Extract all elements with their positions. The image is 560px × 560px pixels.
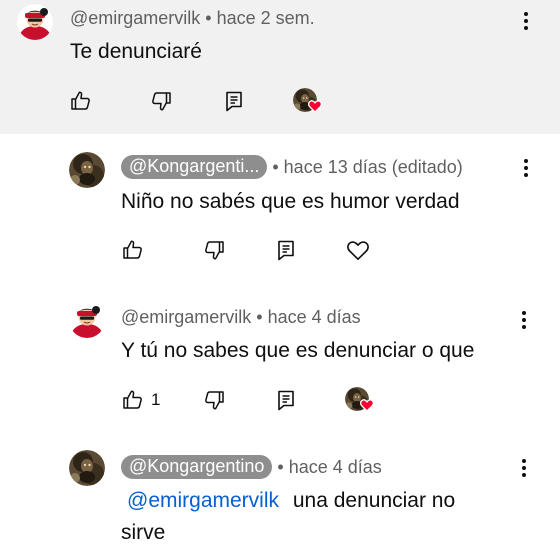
- comment-timestamp[interactable]: hace 4 días: [268, 307, 361, 328]
- more-options-button[interactable]: [514, 306, 534, 334]
- creator-heart-icon: [359, 397, 375, 413]
- reply-comment: @Kongargentino • hace 4 días @emirgamerv…: [0, 430, 560, 560]
- like-button[interactable]: [121, 235, 145, 265]
- heart-button[interactable]: [345, 235, 371, 265]
- meta-separator: •: [256, 307, 263, 327]
- comment-meta: @emirgamervilk • hace 2 sem.: [70, 8, 315, 29]
- meta-separator: •: [205, 8, 212, 28]
- comment-text: Niño no sabés que es humor verdad: [121, 190, 460, 213]
- avatar[interactable]: [17, 4, 53, 40]
- reply-button[interactable]: [222, 86, 246, 116]
- mention-link[interactable]: @emirgamervilk: [127, 489, 279, 512]
- comment-author-handle-chip[interactable]: @Kongargenti...: [121, 155, 268, 179]
- reply-icon: [222, 89, 246, 113]
- reply-button[interactable]: [274, 385, 298, 415]
- avatar[interactable]: [69, 152, 105, 188]
- comment-actions: 1: [0, 385, 560, 415]
- reply-icon: [274, 238, 298, 262]
- comment-meta: @Kongargenti... • hace 13 días (editado): [121, 155, 463, 179]
- more-options-button[interactable]: [514, 454, 534, 482]
- comment-actions: [0, 86, 560, 116]
- more-options-button[interactable]: [516, 154, 536, 182]
- creator-heart-badge[interactable]: [293, 86, 323, 116]
- comment-meta: @emirgamervilk • hace 4 días: [121, 307, 361, 328]
- dislike-button[interactable]: [149, 86, 173, 116]
- thumbs-up-icon: [69, 89, 93, 113]
- thumbs-up-icon: [121, 388, 145, 412]
- comment-text: @emirgamervilk una denunciar no sirve: [121, 485, 521, 549]
- comment-actions: [0, 235, 560, 265]
- dislike-button[interactable]: [202, 385, 226, 415]
- comment-text: Te denunciaré: [70, 40, 202, 63]
- heart-outline-icon: [345, 237, 371, 263]
- avatar[interactable]: [69, 450, 105, 486]
- creator-heart-badge[interactable]: [345, 385, 375, 415]
- like-button[interactable]: [69, 86, 93, 116]
- reply-comment: @emirgamervilk • hace 4 días Y tú no sab…: [0, 280, 560, 430]
- reply-comment: @Kongargenti... • hace 13 días (editado)…: [0, 134, 560, 280]
- thumbs-down-icon: [149, 89, 173, 113]
- creator-heart-icon: [307, 98, 323, 114]
- reply-button[interactable]: [274, 235, 298, 265]
- meta-separator: •: [277, 456, 284, 477]
- comment-meta: @Kongargentino • hace 4 días: [121, 455, 382, 479]
- thumbs-up-icon: [121, 238, 145, 262]
- comment-text-line1: una denunciar no: [292, 489, 456, 512]
- comment-timestamp[interactable]: hace 4 días: [289, 457, 382, 478]
- thumbs-down-icon: [202, 388, 226, 412]
- like-button[interactable]: 1: [121, 385, 160, 415]
- comment-timestamp[interactable]: hace 13 días (editado): [284, 157, 463, 178]
- dislike-button[interactable]: [202, 235, 226, 265]
- like-count: 1: [151, 390, 161, 409]
- comment-text: Y tú no sabes que es denunciar o que: [121, 339, 475, 362]
- comment-text-line2: sirve: [121, 521, 166, 544]
- avatar[interactable]: [69, 302, 105, 338]
- meta-separator: •: [272, 156, 279, 177]
- comment-timestamp[interactable]: hace 2 sem.: [217, 8, 315, 29]
- more-options-button[interactable]: [516, 7, 536, 35]
- thumbs-down-icon: [202, 238, 226, 262]
- comment-author-handle[interactable]: @emirgamervilk: [121, 307, 251, 328]
- comment-thread-top: @emirgamervilk • hace 2 sem. Te denuncia…: [0, 0, 560, 134]
- reply-icon: [274, 388, 298, 412]
- comment-author-handle[interactable]: @emirgamervilk: [70, 8, 200, 29]
- comment-author-handle-chip[interactable]: @Kongargentino: [121, 455, 273, 479]
